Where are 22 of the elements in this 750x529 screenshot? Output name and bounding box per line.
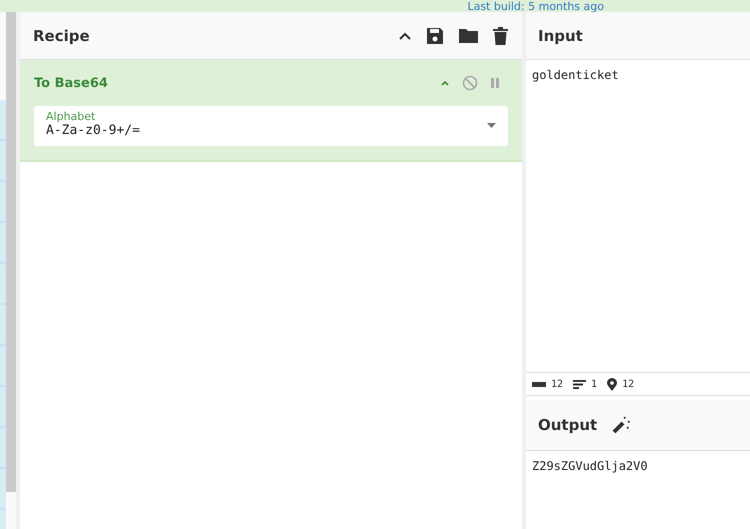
build-info-text: Last build: 5 months ago <box>467 1 604 12</box>
disable-icon[interactable] <box>462 75 478 91</box>
output-title: Output <box>538 416 598 434</box>
recipe-title: Recipe <box>33 26 91 44</box>
pause-icon[interactable] <box>490 77 500 89</box>
line-count: 1 <box>591 378 598 390</box>
operation-name: To Base64 <box>34 76 109 90</box>
length-count: 12 <box>551 378 564 390</box>
caret-icon <box>487 123 496 128</box>
alphabet-dropdown[interactable]: Alphabet A-Za-z0-9+/= <box>34 106 508 146</box>
lines-icon <box>573 380 586 388</box>
save-icon[interactable] <box>426 26 444 44</box>
collapse-icon[interactable] <box>398 30 412 40</box>
input-title: Input <box>538 26 584 44</box>
magic-wand-icon[interactable] <box>611 415 632 435</box>
output-text: Z29sZGVudGlja2V0 <box>531 458 649 475</box>
folder-icon[interactable] <box>458 27 479 44</box>
scrollbar-thumb[interactable] <box>6 12 16 492</box>
trash-icon[interactable] <box>493 26 508 44</box>
location-pin-icon <box>607 378 618 390</box>
input-text[interactable]: goldenticket <box>526 60 750 90</box>
cursor-position: 12 <box>622 378 634 390</box>
